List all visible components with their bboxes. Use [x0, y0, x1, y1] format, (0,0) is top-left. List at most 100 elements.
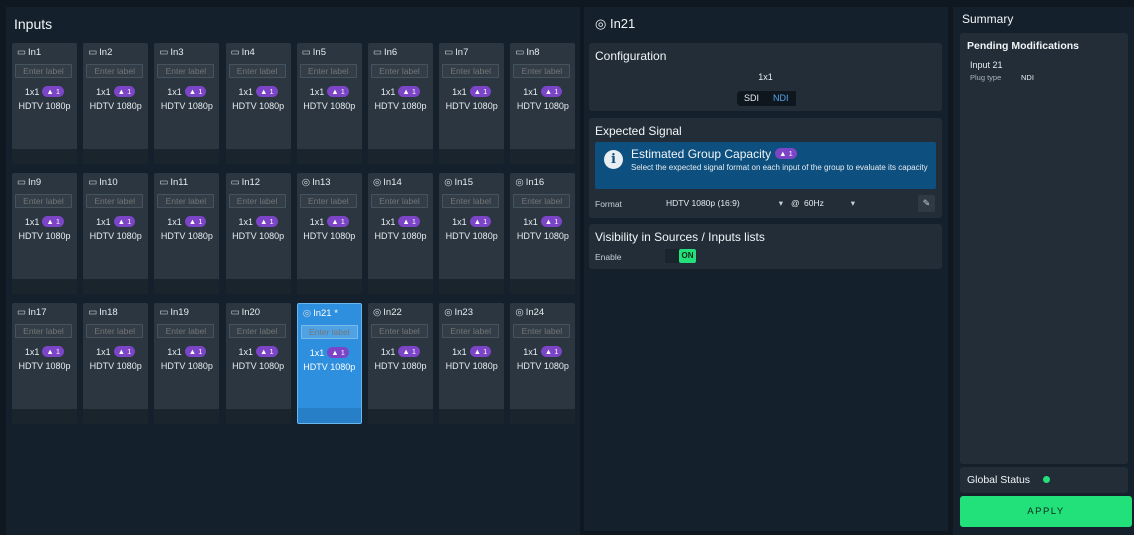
label-input[interactable] [228, 64, 286, 78]
label-input[interactable] [15, 324, 72, 338]
input-card[interactable]: ◎In22 1x1▲ 1 HDTV 1080p [368, 303, 433, 424]
enable-toggle[interactable]: ON [665, 249, 696, 263]
card-footer [439, 149, 505, 164]
toggle-state: ON [679, 249, 696, 263]
input-card[interactable]: ▭In17 1x1▲ 1 HDTV 1080p [12, 303, 77, 424]
input-name: In15 [454, 177, 473, 188]
input-name: In14 [383, 177, 402, 188]
input-card[interactable]: ◎In15 1x1▲ 1 HDTV 1080p [439, 173, 505, 294]
card-footer [439, 279, 505, 294]
label-input[interactable] [299, 194, 357, 208]
label-input[interactable] [442, 324, 500, 338]
eyedropper-icon[interactable]: ✎ [918, 195, 935, 212]
label-input[interactable] [86, 194, 144, 208]
input-card[interactable]: ◎In24 1x1▲ 1 HDTV 1080p [510, 303, 576, 424]
group-badge: ▲ 1 [327, 347, 349, 358]
input-card[interactable]: ▭In4 1x1▲ 1 HDTV 1080p [225, 43, 291, 164]
label-input[interactable] [442, 64, 500, 78]
label-input[interactable] [157, 194, 215, 208]
input-card[interactable]: ◎In14 1x1▲ 1 HDTV 1080p [368, 173, 433, 294]
input-card[interactable]: ▭In3 1x1▲ 1 HDTV 1080p [154, 43, 220, 164]
ndi-option[interactable]: NDI [766, 91, 796, 106]
sdi-option[interactable]: SDI [737, 91, 766, 106]
format-text: 1x1 [96, 217, 111, 227]
format-text: 1x1 [452, 87, 467, 97]
detail-panel: ◎ In21 Configuration 1x1 SDI NDI Expecte… [584, 7, 948, 531]
label-input[interactable] [371, 324, 428, 338]
input-card[interactable]: ▭In19 1x1▲ 1 HDTV 1080p [154, 303, 220, 424]
label-input[interactable] [157, 64, 215, 78]
input-card[interactable]: ◎In16 1x1▲ 1 HDTV 1080p [510, 173, 576, 294]
chevron-down-icon: ▾ [850, 198, 855, 208]
capacity-text: Select the expected signal format on eac… [631, 163, 928, 172]
label-input[interactable] [15, 64, 72, 78]
input-name: In4 [241, 47, 255, 58]
detail-title-text: In21 [609, 16, 636, 31]
label-input[interactable] [300, 325, 358, 339]
rate-select[interactable]: 60Hz ▾ [804, 198, 859, 208]
input-format: 1x1 ▲ 1 [83, 346, 148, 357]
input-card[interactable]: ▭In7 1x1▲ 1 HDTV 1080p [439, 43, 505, 164]
input-card[interactable]: ▭In6 1x1▲ 1 HDTV 1080p [368, 43, 433, 164]
capacity-info-box: i Estimated Group Capacity ▲ 1 Select the… [595, 142, 936, 189]
label-input[interactable] [228, 194, 286, 208]
input-format: 1x1 ▲ 1 [297, 216, 362, 227]
input-resolution: HDTV 1080p [89, 101, 142, 111]
input-name: In17 [27, 307, 47, 318]
input-format: 1x1 ▲ 1 [368, 216, 433, 227]
group-badge: ▲ 1 [540, 216, 563, 227]
input-card[interactable]: ▭In18 1x1▲ 1 HDTV 1080p [83, 303, 149, 424]
plug-type-value: NDI [1021, 73, 1034, 82]
input-card[interactable]: ▭In11 1x1▲ 1 HDTV 1080p [154, 173, 220, 294]
input-card[interactable]: ▭In20 1x1▲ 1 HDTV 1080p [225, 303, 291, 424]
apply-button[interactable]: APPLY [960, 496, 1132, 527]
label-input[interactable] [442, 194, 500, 208]
input-format: 1x1 ▲ 1 [226, 346, 291, 357]
input-name: In5 [312, 47, 326, 58]
input-format: 1x1 ▲ 1 [226, 216, 291, 227]
input-card[interactable]: ▭In2 1x1▲ 1 HDTV 1080p [83, 43, 149, 164]
label-input[interactable] [513, 64, 571, 78]
label-input[interactable] [15, 194, 72, 208]
ndi-icon: ◎ [444, 307, 453, 318]
card-footer [368, 279, 433, 294]
format-text: 1x1 [309, 87, 325, 97]
input-resolution: HDTV 1080p [374, 231, 427, 241]
label-input[interactable] [299, 64, 357, 78]
card-footer [83, 279, 149, 294]
input-card-title: ◎ In22 [373, 307, 402, 318]
input-card[interactable]: ▭In1 1x1▲ 1 HDTV 1080p [12, 43, 77, 164]
input-resolution: HDTV 1080p [303, 231, 356, 241]
format-text: 1x1 [238, 87, 253, 97]
group-badge: ▲ 1 [42, 216, 65, 227]
label-input[interactable] [86, 324, 144, 338]
input-card-title: ◎ In16 [515, 177, 544, 188]
input-format: 1x1 ▲ 1 [439, 346, 504, 357]
label-input[interactable] [371, 194, 428, 208]
input-card[interactable]: ▭In5 1x1▲ 1 HDTV 1080p [296, 43, 362, 164]
plug-type-toggle[interactable]: SDI NDI [737, 91, 796, 106]
label-input[interactable] [371, 64, 428, 78]
global-status-label: Global Status [967, 474, 1031, 486]
input-card[interactable]: ◎In23 1x1▲ 1 HDTV 1080p [439, 303, 505, 424]
label-input[interactable] [513, 324, 571, 338]
input-resolution: HDTV 1080p [232, 231, 285, 241]
label-input[interactable] [228, 324, 286, 338]
format-select[interactable]: HDTV 1080p (16:9) ▾ [666, 198, 787, 208]
input-card[interactable]: ◎In13 1x1▲ 1 HDTV 1080p [296, 173, 362, 294]
label-input[interactable] [157, 324, 215, 338]
label-input[interactable] [513, 194, 571, 208]
sdi-plug-icon: ▭ [230, 307, 240, 318]
input-card[interactable]: ▭In12 1x1▲ 1 HDTV 1080p [225, 173, 291, 294]
sdi-plug-icon: ▭ [444, 47, 454, 58]
input-card[interactable]: ▭In8 1x1▲ 1 HDTV 1080p [510, 43, 576, 164]
input-resolution: HDTV 1080p [303, 101, 356, 111]
input-card[interactable]: ◎In21 * 1x1▲ 1 HDTV 1080p [296, 303, 362, 424]
input-card[interactable]: ▭In9 1x1▲ 1 HDTV 1080p [12, 173, 77, 294]
card-footer [368, 149, 433, 164]
input-card[interactable]: ▭In10 1x1▲ 1 HDTV 1080p [83, 173, 149, 294]
visibility-title: Visibility in Sources / Inputs lists [595, 230, 765, 244]
label-input[interactable] [86, 64, 144, 78]
input-resolution: HDTV 1080p [18, 361, 71, 371]
input-card-title: ▭ In11 [159, 177, 188, 188]
